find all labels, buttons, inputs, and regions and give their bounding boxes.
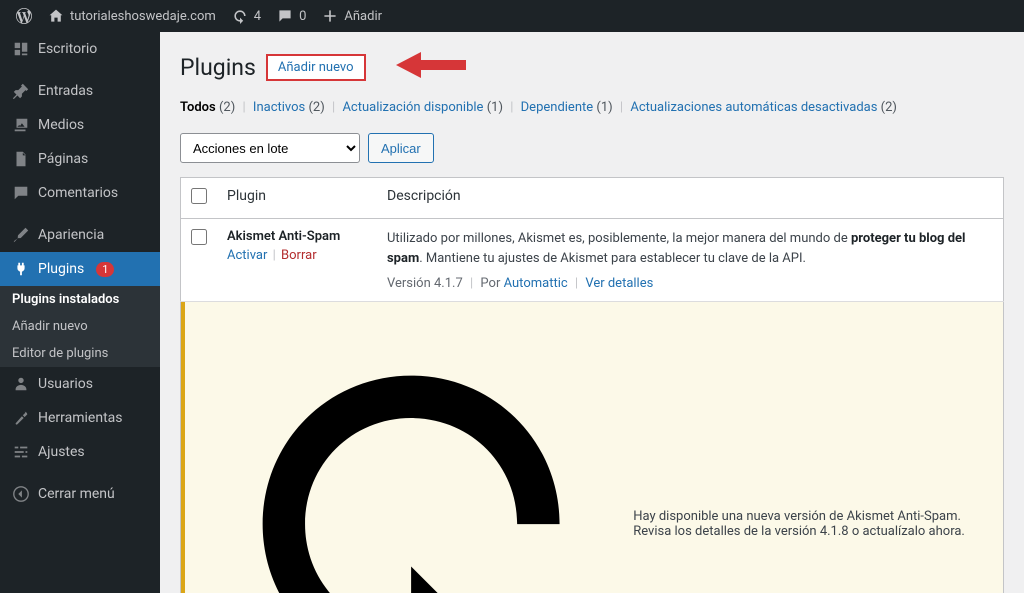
user-icon [12, 375, 30, 393]
column-plugin[interactable]: Plugin [217, 178, 377, 219]
sidebar-item-label: Comentarios [38, 185, 118, 201]
annotation-arrow [396, 50, 466, 84]
sidebar-sub-add-new[interactable]: Añadir nuevo [0, 313, 160, 340]
sidebar-item-tools[interactable]: Herramientas [0, 401, 160, 435]
sidebar-item-posts[interactable]: Entradas [0, 74, 160, 108]
apply-button[interactable]: Aplicar [368, 133, 434, 163]
site-name: tutorialeshoswedaje.com [70, 9, 216, 24]
slider-icon [12, 443, 30, 461]
admin-bar: tutorialeshoswedaje.com 4 0 Añadir [0, 0, 1024, 32]
plus-icon [322, 8, 338, 24]
home-icon [48, 8, 64, 24]
dashboard-icon [12, 40, 30, 58]
add-new-label: Añadir [344, 9, 382, 24]
sidebar-item-label: Medios [38, 117, 84, 133]
update-icon [232, 8, 248, 24]
comment-icon [277, 8, 293, 24]
sidebar-item-comments[interactable]: Comentarios [0, 176, 160, 210]
sidebar-item-label: Cerrar menú [38, 486, 115, 502]
update-icon [199, 312, 623, 593]
collapse-icon [12, 485, 30, 503]
sidebar-sub-installed[interactable]: Plugins instalados [0, 286, 160, 313]
update-notice: Hay disponible una nueva versión de Akis… [181, 302, 1003, 593]
site-name-link[interactable]: tutorialeshoswedaje.com [40, 0, 224, 32]
filter-inactive[interactable]: Inactivos [253, 100, 305, 115]
plugin-description: Utilizado por millones, Akismet es, posi… [387, 229, 993, 268]
sidebar-item-label: Entradas [38, 83, 93, 99]
sidebar-submenu: Plugins instalados Añadir nuevo Editor d… [0, 286, 160, 367]
sidebar-item-label: Escritorio [38, 41, 97, 57]
version-details-link[interactable]: Revisa los detalles de la versión 4.1.8 [633, 524, 848, 539]
plugin-icon [12, 260, 30, 278]
filter-count: (1) [596, 100, 612, 115]
wrench-icon [12, 409, 30, 427]
plugin-name: Akismet Anti-Spam [227, 229, 367, 244]
add-new-link[interactable]: Añadir [314, 0, 390, 32]
wordpress-icon [16, 8, 32, 24]
filter-count: (2) [219, 100, 235, 115]
details-link[interactable]: Ver detalles [585, 276, 653, 291]
sidebar-item-label: Herramientas [38, 410, 123, 426]
plugins-table: Plugin Descripción Akismet Anti-Spam Act… [180, 177, 1004, 593]
filter-count: (1) [487, 100, 503, 115]
sidebar-item-plugins[interactable]: Plugins 1 [0, 252, 160, 286]
add-new-button[interactable]: Añadir nuevo [266, 54, 366, 81]
update-badge: 1 [96, 262, 114, 277]
pin-icon [12, 82, 30, 100]
main-content: Plugins Añadir nuevo Todos (2) | Inactiv… [160, 32, 1024, 593]
updates-link[interactable]: 4 [224, 0, 269, 32]
sidebar-item-label: Páginas [38, 151, 88, 167]
sidebar-item-dashboard[interactable]: Escritorio [0, 32, 160, 66]
table-row: Akismet Anti-Spam Activar | Borrar Utili… [181, 219, 1004, 302]
plugin-meta: Versión 4.1.7 | Por Automattic | Ver det… [387, 276, 993, 291]
sidebar-item-pages[interactable]: Páginas [0, 142, 160, 176]
comments-count: 0 [299, 9, 306, 24]
comment-icon [12, 184, 30, 202]
updates-count: 4 [254, 9, 261, 24]
author-link[interactable]: Automattic [504, 276, 568, 291]
sidebar-sub-editor[interactable]: Editor de plugins [0, 340, 160, 367]
filter-dependent[interactable]: Dependiente [521, 100, 594, 115]
sidebar-item-collapse[interactable]: Cerrar menú [0, 477, 160, 511]
admin-sidebar: Escritorio Entradas Medios Páginas Comen… [0, 32, 160, 593]
activate-link[interactable]: Activar [227, 248, 267, 263]
media-icon [12, 116, 30, 134]
sidebar-item-appearance[interactable]: Apariencia [0, 218, 160, 252]
brush-icon [12, 226, 30, 244]
update-now-link[interactable]: actualízalo ahora [862, 524, 961, 539]
row-checkbox[interactable] [191, 229, 207, 245]
page-icon [12, 150, 30, 168]
sidebar-item-label: Ajustes [38, 444, 85, 460]
sidebar-item-label: Usuarios [38, 376, 93, 392]
filter-all[interactable]: Todos [180, 100, 216, 115]
sidebar-item-label: Apariencia [38, 227, 104, 243]
comments-link[interactable]: 0 [269, 0, 314, 32]
filter-count: (2) [881, 100, 897, 115]
filter-auto-update-off[interactable]: Actualizaciones automáticas desactivadas [630, 100, 877, 115]
filter-tabs: Todos (2) | Inactivos (2) | Actualizació… [180, 96, 1004, 127]
page-title: Plugins [180, 54, 256, 81]
select-all-checkbox[interactable] [191, 188, 207, 204]
filter-count: (2) [308, 100, 324, 115]
sidebar-item-users[interactable]: Usuarios [0, 367, 160, 401]
filter-update-available[interactable]: Actualización disponible [342, 100, 483, 115]
wp-logo[interactable] [8, 0, 40, 32]
sidebar-item-media[interactable]: Medios [0, 108, 160, 142]
bulk-action-select[interactable]: Acciones en lote [180, 133, 360, 163]
sidebar-item-settings[interactable]: Ajustes [0, 435, 160, 469]
delete-link[interactable]: Borrar [281, 248, 317, 263]
sidebar-item-label: Plugins [38, 261, 84, 277]
column-description: Descripción [377, 178, 1004, 219]
